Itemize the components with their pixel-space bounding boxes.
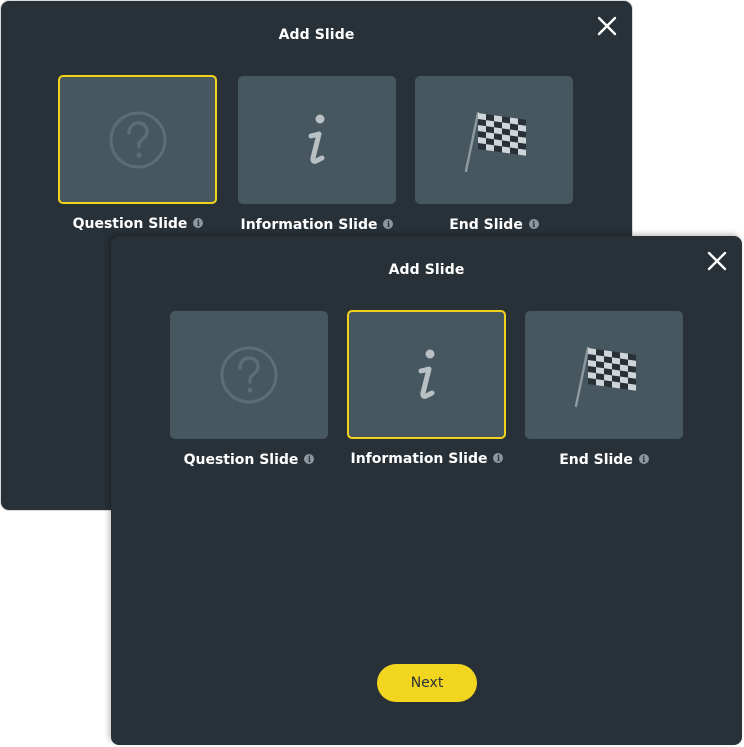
option-end-slide[interactable]: End Slide i	[415, 76, 573, 233]
option-label-row: Information Slide i	[238, 217, 396, 233]
option-label: Question Slide	[72, 216, 188, 232]
question-circle-icon	[220, 346, 278, 404]
dialog-title: Add Slide	[388, 262, 465, 278]
option-label: Information Slide	[350, 451, 488, 467]
info-icon[interactable]: i	[528, 219, 539, 229]
option-question-slide[interactable]: Question Slide i	[170, 311, 328, 468]
dialog-title: Add Slide	[278, 27, 355, 43]
option-label-row: Question Slide i	[170, 452, 328, 468]
info-icon[interactable]: i	[493, 453, 504, 463]
option-question-slide[interactable]: Question Slide i	[58, 75, 217, 232]
option-label: End Slide	[559, 452, 633, 468]
option-label-row: Information Slide i	[348, 451, 506, 467]
information-icon	[308, 114, 325, 164]
tile-end-slide[interactable]	[525, 311, 683, 439]
add-slide-dialog-front: Add Slide Question Slide i Information S…	[111, 236, 742, 745]
tile-question-slide[interactable]	[58, 75, 217, 204]
info-icon[interactable]: i	[383, 219, 394, 229]
information-icon	[418, 349, 434, 399]
info-icon[interactable]: i	[193, 218, 204, 228]
close-icon[interactable]	[706, 250, 728, 272]
tile-information-slide[interactable]	[238, 76, 396, 204]
option-end-slide[interactable]: End Slide i	[525, 311, 683, 468]
next-button[interactable]: Next	[377, 664, 477, 702]
checkered-flag-icon	[464, 111, 526, 173]
info-icon[interactable]: i	[304, 454, 315, 464]
option-label-row: Question Slide i	[59, 216, 217, 232]
option-information-slide[interactable]: Information Slide i	[238, 76, 396, 233]
question-circle-icon	[109, 111, 166, 168]
checkered-flag-icon	[574, 346, 636, 408]
close-icon[interactable]	[596, 15, 618, 37]
tile-question-slide[interactable]	[170, 311, 328, 439]
tile-end-slide[interactable]	[415, 76, 573, 204]
option-label: End Slide	[449, 217, 523, 233]
option-label: Question Slide	[183, 452, 299, 468]
info-icon[interactable]: i	[638, 454, 649, 464]
option-label-row: End Slide i	[525, 452, 683, 468]
tile-information-slide[interactable]	[347, 310, 506, 439]
option-label-row: End Slide i	[415, 217, 573, 233]
option-information-slide[interactable]: Information Slide i	[347, 310, 506, 467]
option-label: Information Slide	[240, 217, 378, 233]
